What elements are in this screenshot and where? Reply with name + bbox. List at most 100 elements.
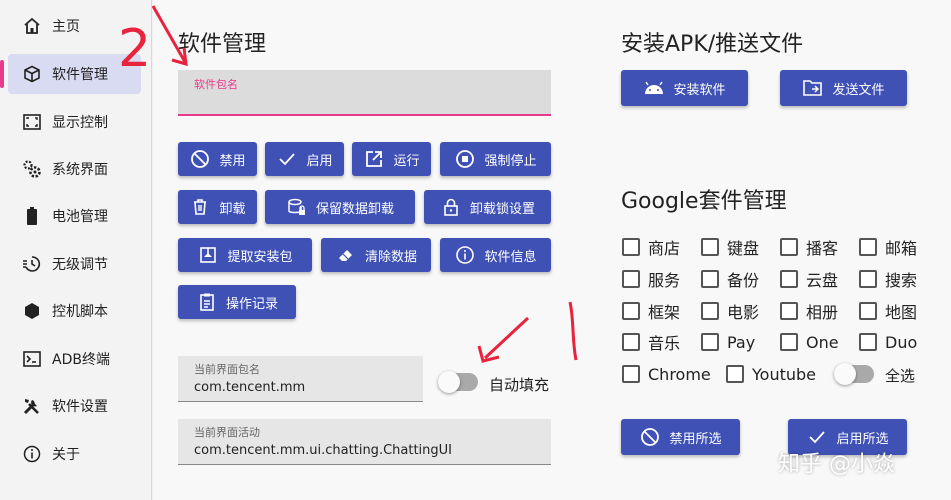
google-title: Google套件管理 <box>621 189 787 214</box>
clear-data-button[interactable]: 清除数据 <box>321 238 431 272</box>
current-package-label: 当前界面包名 <box>194 363 260 376</box>
google-item-checkbox[interactable]: One <box>780 331 839 353</box>
package-name-field[interactable]: 软件包名 <box>178 70 551 116</box>
package-name-placeholder: 软件包名 <box>194 78 238 91</box>
run-label: 运行 <box>393 153 420 169</box>
force-stop-button[interactable]: 强制停止 <box>440 142 551 176</box>
checkbox-box <box>701 238 719 256</box>
force-stop-label: 强制停止 <box>484 153 537 169</box>
sidebar-item-script[interactable]: 控机脚本 <box>8 291 141 331</box>
check-icon <box>806 426 828 448</box>
auto-fill-label: 自动填充 <box>489 376 550 394</box>
sidebar-item-display[interactable]: 显示控制 <box>8 102 141 142</box>
package-icon <box>18 65 46 83</box>
current-activity-label: 当前界面活动 <box>194 426 260 439</box>
install-title: 安装APK/推送文件 <box>621 32 804 57</box>
sidebar-item-label: 主页 <box>52 19 80 35</box>
open-external-icon <box>363 148 385 170</box>
checkbox-box <box>622 365 640 383</box>
sidebar-item-label: 显示控制 <box>52 115 108 131</box>
sidebar-item-about[interactable]: 关于 <box>8 434 141 474</box>
operation-log-button[interactable]: 操作记录 <box>178 285 296 319</box>
disable-selected-label: 禁用所选 <box>669 431 722 447</box>
disable-selected-button[interactable]: 禁用所选 <box>621 419 740 455</box>
database-lock-icon <box>286 196 308 218</box>
package-name-input[interactable] <box>194 92 534 112</box>
trash-icon <box>189 196 211 218</box>
sidebar-item-label: 关于 <box>52 447 80 463</box>
checkbox-box <box>701 270 719 288</box>
gears-icon <box>18 159 46 179</box>
google-item-checkbox[interactable]: 地图 <box>859 300 917 322</box>
google-item-checkbox[interactable]: 框架 <box>622 300 680 322</box>
extract-apk-button[interactable]: 提取安装包 <box>178 238 312 272</box>
clear-data-label: 清除数据 <box>364 249 417 265</box>
checkbox-box <box>859 333 877 351</box>
sidebar-item-label: ADB终端 <box>52 352 110 368</box>
current-activity-value: com.tencent.mm.ui.chatting.ChattingUI <box>194 443 453 458</box>
checkbox-box <box>780 238 798 256</box>
current-activity-field: 当前界面活动 com.tencent.mm.ui.chatting.Chatti… <box>178 419 551 465</box>
sidebar-item-label: 软件设置 <box>52 399 108 415</box>
sidebar-item-app-manage[interactable]: 软件管理 <box>0 54 141 94</box>
sidebar-item-adb[interactable]: ADB终端 <box>8 339 141 379</box>
operation-log-label: 操作记录 <box>225 296 278 312</box>
google-item-checkbox[interactable]: 服务 <box>622 268 680 290</box>
push-file-button[interactable]: 发送文件 <box>780 70 907 106</box>
google-item-checkbox[interactable]: 云盘 <box>780 268 838 290</box>
google-item-checkbox[interactable]: 播客 <box>780 236 838 258</box>
uninstall-lock-label: 卸载锁设置 <box>469 201 535 217</box>
google-item-label: Pay <box>727 332 756 352</box>
google-item-checkbox[interactable]: Youtube <box>726 363 816 385</box>
info-circle-icon <box>454 244 476 266</box>
sidebar-item-stepless[interactable]: 无级调节 <box>8 244 141 284</box>
block-icon <box>189 148 211 170</box>
disable-button[interactable]: 禁用 <box>178 142 257 176</box>
run-button[interactable]: 运行 <box>352 142 431 176</box>
sidebar: 主页 软件管理 显示控制 系统界面 电池管理 无级调节 控机脚本 ADB终端 软… <box>0 0 152 500</box>
auto-fill-toggle[interactable] <box>438 371 478 393</box>
google-item-checkbox[interactable]: 备份 <box>701 268 759 290</box>
sidebar-item-home[interactable]: 主页 <box>8 6 141 46</box>
enable-button[interactable]: 启用 <box>265 142 344 176</box>
current-package-value: com.tencent.mm <box>194 380 306 395</box>
checkbox-box <box>859 270 877 288</box>
home-icon <box>18 17 46 35</box>
checkbox-box <box>859 302 877 320</box>
google-item-checkbox[interactable]: 键盘 <box>701 236 759 258</box>
disable-label: 禁用 <box>219 153 246 169</box>
app-info-button[interactable]: 软件信息 <box>440 238 551 272</box>
install-app-button[interactable]: 安装软件 <box>621 70 748 106</box>
sidebar-item-settings[interactable]: 软件设置 <box>8 386 141 426</box>
select-all-toggle[interactable] <box>834 363 874 385</box>
sun-dial-icon <box>18 255 46 273</box>
google-item-checkbox[interactable]: Duo <box>859 331 917 353</box>
uninstall-button[interactable]: 卸载 <box>178 190 257 224</box>
google-item-checkbox[interactable]: 邮箱 <box>859 236 917 258</box>
sidebar-item-battery[interactable]: 电池管理 <box>8 196 141 236</box>
install-app-label: 安装软件 <box>673 82 726 98</box>
uninstall-lock-button[interactable]: 卸载锁设置 <box>424 190 551 224</box>
android-icon <box>643 77 665 99</box>
google-item-checkbox[interactable]: Pay <box>701 331 755 353</box>
checkbox-box <box>622 270 640 288</box>
sidebar-item-label: 电池管理 <box>52 209 108 225</box>
keep-data-uninstall-label: 保留数据卸载 <box>315 201 394 217</box>
sidebar-item-system-ui[interactable]: 系统界面 <box>8 149 141 189</box>
checkbox-box <box>780 333 798 351</box>
push-file-label: 发送文件 <box>832 82 885 98</box>
google-item-checkbox[interactable]: 商店 <box>622 236 680 258</box>
google-item-checkbox[interactable]: 搜索 <box>859 268 917 290</box>
google-item-label: One <box>806 332 839 352</box>
toggle-knob <box>834 363 856 385</box>
google-item-checkbox[interactable]: 电影 <box>701 300 759 322</box>
google-item-checkbox[interactable]: 音乐 <box>622 331 680 353</box>
checkbox-box <box>622 333 640 351</box>
google-item-checkbox[interactable]: Chrome <box>622 363 711 385</box>
google-item-label: 音乐 <box>648 334 681 353</box>
google-item-checkbox[interactable]: 相册 <box>780 300 838 322</box>
watermark: 知乎 @小焱 <box>778 452 895 477</box>
keep-data-uninstall-button[interactable]: 保留数据卸载 <box>265 190 415 224</box>
checkbox-box <box>780 302 798 320</box>
block-icon <box>639 426 661 448</box>
